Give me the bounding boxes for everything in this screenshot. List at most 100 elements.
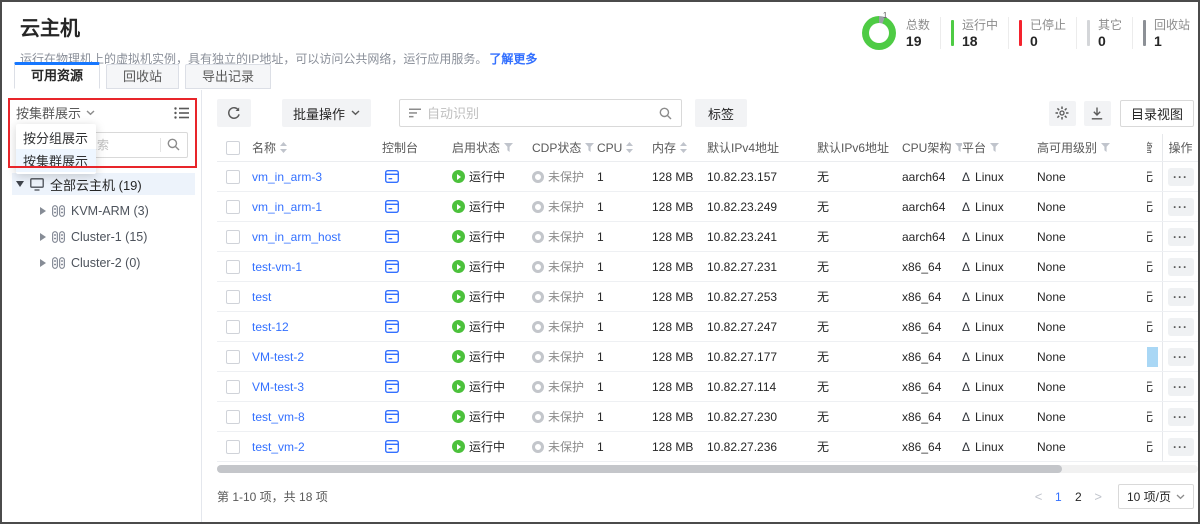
- stat-color-bar: [951, 20, 954, 46]
- search-icon[interactable]: [659, 107, 672, 120]
- tab-export-records[interactable]: 导出记录: [185, 64, 271, 89]
- tab-available-resources[interactable]: 可用资源: [14, 62, 100, 89]
- vm-name-link[interactable]: test-12: [252, 320, 289, 334]
- select-all-checkbox[interactable]: [226, 141, 240, 155]
- caret-right-icon[interactable]: [40, 233, 46, 241]
- list-view-icon[interactable]: [174, 107, 189, 119]
- vm-name-link[interactable]: VM-test-2: [252, 350, 304, 364]
- tab-recycle-bin[interactable]: 回收站: [106, 64, 179, 89]
- filter-icon[interactable]: [1101, 143, 1110, 152]
- batch-operations-button[interactable]: 批量操作: [282, 99, 371, 127]
- tree-node-all-hosts[interactable]: 全部云主机 (19): [12, 173, 195, 195]
- vm-name-link[interactable]: VM-test-3: [252, 380, 304, 394]
- tree-node-kvm-arm[interactable]: KVM-ARM (3): [40, 200, 195, 221]
- row-actions-button[interactable]: [1168, 348, 1194, 366]
- platform-cell: Linux: [962, 230, 1037, 244]
- console-icon[interactable]: [385, 170, 399, 183]
- row-actions-button[interactable]: [1168, 318, 1194, 336]
- horizontal-scrollbar[interactable]: [217, 465, 1198, 473]
- col-name-header[interactable]: 名称: [252, 139, 382, 156]
- col-cdp-header[interactable]: CDP状态: [532, 139, 597, 156]
- scrollbar-thumb[interactable]: [217, 465, 1062, 473]
- console-icon[interactable]: [385, 290, 399, 303]
- sort-icon[interactable]: [280, 142, 287, 153]
- row-checkbox[interactable]: [226, 260, 240, 274]
- col-ha-header[interactable]: 高可用级别: [1037, 139, 1120, 156]
- tag-button[interactable]: 标签: [695, 99, 747, 127]
- row-checkbox[interactable]: [226, 410, 240, 424]
- console-icon[interactable]: [385, 230, 399, 243]
- console-icon[interactable]: [385, 380, 399, 393]
- page-1-button[interactable]: 1: [1048, 490, 1068, 504]
- row-actions-button[interactable]: [1168, 228, 1194, 246]
- row-actions-button[interactable]: [1168, 408, 1194, 426]
- row-checkbox[interactable]: [226, 440, 240, 454]
- row-actions-button[interactable]: [1168, 378, 1194, 396]
- prev-page-button[interactable]: <: [1029, 489, 1049, 504]
- col-cpu-header[interactable]: CPU: [597, 141, 652, 155]
- next-page-button[interactable]: >: [1088, 489, 1108, 504]
- row-checkbox[interactable]: [226, 320, 240, 334]
- cpu-cell: 1: [597, 260, 652, 274]
- display-mode-dropdown[interactable]: 按集群展示: [16, 103, 189, 122]
- vm-name-link[interactable]: test_vm-2: [252, 440, 305, 454]
- console-icon[interactable]: [385, 320, 399, 333]
- console-icon[interactable]: [385, 410, 399, 423]
- console-icon[interactable]: [385, 260, 399, 273]
- refresh-button[interactable]: [217, 99, 251, 127]
- caret-right-icon[interactable]: [40, 207, 46, 215]
- vm-name-link[interactable]: vm_in_arm-1: [252, 200, 322, 214]
- menu-item-group-view[interactable]: 按分组展示: [16, 126, 96, 149]
- row-checkbox[interactable]: [226, 380, 240, 394]
- row-checkbox[interactable]: [226, 170, 240, 184]
- filter-icon[interactable]: [955, 143, 962, 152]
- caret-right-icon[interactable]: [40, 259, 46, 267]
- export-button[interactable]: [1084, 101, 1111, 126]
- row-checkbox[interactable]: [226, 350, 240, 364]
- ipv4-cell: 10.82.27.230: [707, 410, 817, 424]
- col-mem-header[interactable]: 内存: [652, 139, 707, 156]
- display-mode-menu: 按分组展示 按集群展示: [16, 124, 96, 174]
- page-size-select[interactable]: 10 项/页: [1118, 484, 1194, 509]
- col-power-header[interactable]: 启用状态: [452, 139, 532, 156]
- filter-icon[interactable]: [990, 143, 999, 152]
- console-icon[interactable]: [385, 350, 399, 363]
- linux-icon: [962, 170, 971, 184]
- vm-name-link[interactable]: test-vm-1: [252, 260, 302, 274]
- console-icon[interactable]: [385, 440, 399, 453]
- row-actions-button[interactable]: [1168, 258, 1194, 276]
- settings-button[interactable]: [1049, 101, 1076, 126]
- row-actions-button[interactable]: [1168, 168, 1194, 186]
- row-checkbox[interactable]: [226, 290, 240, 304]
- row-actions-button[interactable]: [1168, 438, 1194, 456]
- row-checkbox[interactable]: [226, 230, 240, 244]
- console-icon[interactable]: [385, 200, 399, 213]
- row-checkbox[interactable]: [226, 200, 240, 214]
- col-platform-header[interactable]: 平台: [962, 139, 1037, 156]
- caret-down-icon[interactable]: [16, 181, 24, 187]
- filter-lines-icon[interactable]: [409, 108, 421, 118]
- vm-name-link[interactable]: test: [252, 290, 271, 304]
- row-actions-button[interactable]: [1168, 198, 1194, 216]
- vm-name-link[interactable]: test_vm-8: [252, 410, 305, 424]
- mem-cell: 128 MB: [652, 170, 707, 184]
- tree-node-cluster-2[interactable]: Cluster-2 (0): [40, 252, 195, 273]
- vm-name-link[interactable]: vm_in_arm_host: [252, 230, 341, 244]
- row-actions-button[interactable]: [1168, 288, 1194, 306]
- search-icon[interactable]: [167, 138, 180, 151]
- ipv6-cell: 无: [817, 438, 902, 455]
- sort-icon[interactable]: [680, 142, 687, 153]
- sort-icon[interactable]: [626, 142, 633, 153]
- table-search-input[interactable]: [427, 106, 659, 121]
- page-2-button[interactable]: 2: [1068, 490, 1088, 504]
- menu-item-cluster-view[interactable]: 按集群展示: [16, 149, 96, 172]
- table-row: test 运行中 未保护 1 128 MB 10.82.27.253 无 x86…: [217, 282, 1198, 312]
- filter-icon[interactable]: [585, 143, 594, 152]
- clipped-cell: 无: [1120, 318, 1162, 335]
- learn-more-link[interactable]: 了解更多: [489, 52, 537, 66]
- vm-name-link[interactable]: vm_in_arm-3: [252, 170, 322, 184]
- col-arch-header[interactable]: CPU架构: [902, 139, 962, 156]
- filter-icon[interactable]: [504, 143, 513, 152]
- directory-view-button[interactable]: 目录视图: [1120, 100, 1194, 127]
- tree-node-cluster-1[interactable]: Cluster-1 (15): [40, 226, 195, 247]
